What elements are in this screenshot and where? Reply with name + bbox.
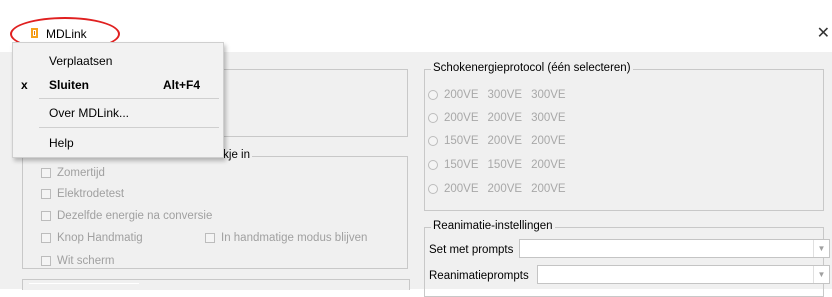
radio-button[interactable] — [428, 90, 438, 100]
checkbox-label: Knop Handmatig — [57, 232, 143, 244]
system-menu: Verplaatsen x Sluiten Alt+F4 Over MDLink… — [12, 42, 224, 158]
menu-item-label: Help — [49, 136, 74, 150]
set-prompts-label: Set met prompts — [429, 244, 514, 256]
close-mark-icon: x — [21, 78, 28, 92]
set-prompts-dropdown[interactable]: ▼ — [519, 239, 830, 258]
shock-option-2[interactable]: 200VE 200VE 300VE — [428, 112, 575, 124]
checkbox-box[interactable] — [205, 233, 215, 243]
checkbox-box[interactable] — [41, 233, 51, 243]
reanimation-prompts-label: Reanimatieprompts — [429, 270, 529, 282]
checkbox-label: Dezelfde energie na conversie — [57, 210, 213, 222]
checkbox-box[interactable] — [41, 168, 51, 178]
menu-item-label: Sluiten — [49, 78, 90, 92]
radio-button[interactable] — [428, 184, 438, 194]
menu-item-shortcut: Alt+F4 — [163, 78, 201, 92]
menu-item-over-mdlink[interactable]: Over MDLink... — [13, 103, 223, 123]
checkbox-label: Zomertijd — [57, 167, 105, 179]
bottom-tab[interactable] — [29, 283, 139, 291]
radio-button[interactable] — [428, 160, 438, 170]
bottom-panel-edge — [22, 279, 410, 290]
shock-option-5[interactable]: 200VE 200VE 200VE — [428, 183, 575, 195]
checkbox-box[interactable] — [41, 211, 51, 221]
shock-protocol-title: Schokenergieprotocol (één selecteren) — [431, 62, 633, 74]
chevron-down-icon[interactable]: ▼ — [813, 240, 829, 257]
menu-item-label: Verplaatsen — [49, 54, 113, 68]
menu-separator — [39, 98, 219, 99]
radio-button[interactable] — [428, 136, 438, 146]
checkbox-label: Elektrodetest — [57, 188, 125, 200]
shock-option-4[interactable]: 150VE 150VE 200VE — [428, 159, 575, 171]
reanimation-prompts-dropdown[interactable]: ▼ — [537, 265, 830, 284]
radio-button[interactable] — [428, 113, 438, 123]
checkbox-zomertijd[interactable]: Zomertijd — [41, 167, 105, 179]
checkbox-elektrodetest[interactable]: Elektrodetest — [41, 188, 124, 200]
menu-separator — [39, 127, 219, 128]
checkbox-dezelfde-energie[interactable]: Dezelfde energie na conversie — [41, 210, 212, 222]
reanimation-groupbox: Reanimatie-instellingen — [424, 220, 824, 297]
checkbox-box[interactable] — [41, 256, 51, 266]
menu-item-help[interactable]: Help — [13, 133, 223, 153]
chevron-down-icon[interactable]: ▼ — [813, 266, 829, 283]
menu-item-sluiten[interactable]: x Sluiten Alt+F4 — [13, 75, 223, 95]
reanimation-title: Reanimatie-instellingen — [431, 220, 555, 232]
menu-item-verplaatsen[interactable]: Verplaatsen — [13, 51, 223, 71]
checkbox-wit-scherm[interactable]: Wit scherm — [41, 255, 115, 267]
checkbox-label: In handmatige modus blijven — [221, 232, 368, 244]
checkbox-label: Wit scherm — [57, 255, 115, 267]
checkbox-box[interactable] — [41, 189, 51, 199]
shock-option-1[interactable]: 200VE 300VE 300VE — [428, 89, 575, 101]
shock-option-3[interactable]: 150VE 200VE 200VE — [428, 135, 575, 147]
menu-item-label: Over MDLink... — [49, 106, 130, 120]
checkbox-knop-handmatig[interactable]: Knop Handmatig — [41, 232, 143, 244]
checkbox-handmatige-modus[interactable]: In handmatige modus blijven — [205, 232, 367, 244]
close-icon[interactable]: ✕ — [817, 23, 830, 43]
